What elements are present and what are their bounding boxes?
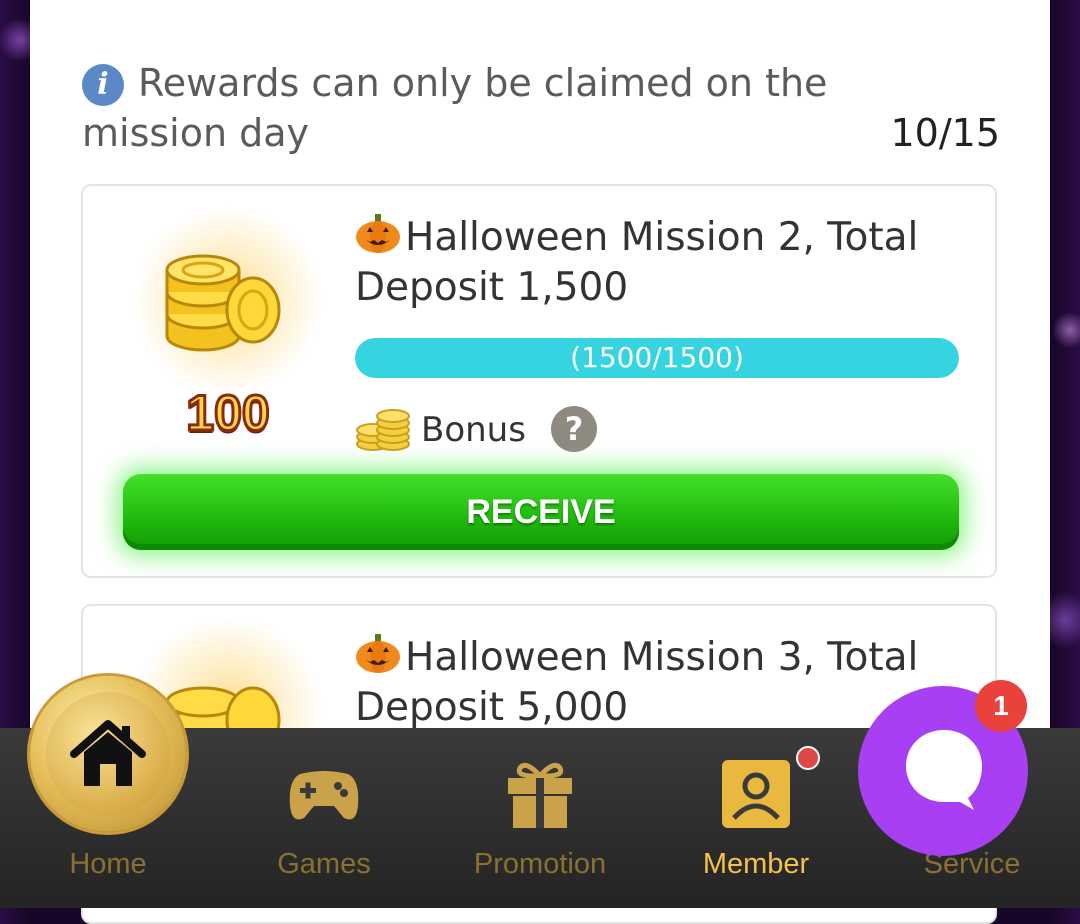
coins-icon [356,409,410,451]
chat-icon [906,730,982,810]
pumpkin-icon [356,214,400,253]
home-icon [70,720,146,786]
mission-title-text: Halloween Mission 2, Total Deposit 1,500 [355,215,919,310]
bonus-label: Bonus [421,410,526,450]
notification-dot [796,746,820,770]
nav-label: Home [69,848,147,880]
member-icon [722,760,790,828]
nav-games[interactable]: Games [234,728,414,908]
nav-label: Service [923,848,1021,880]
progress-text: (1500/1500) [570,341,744,374]
gamepad-icon [289,771,359,820]
nav-promotion[interactable]: Promotion [450,728,630,908]
reward-amount: 100 [185,384,271,443]
help-icon[interactable]: ? [551,406,597,452]
nav-label: Games [277,848,371,880]
notice-text: Rewards can only be claimed on the missi… [82,61,828,155]
nav-label: Member [702,848,810,880]
mission-title-text: Halloween Mission 3, Total Deposit 5,000 [355,635,919,730]
mission-card: 100 Halloween Mission 2, Total Deposit 1… [81,184,997,578]
pumpkin-icon [356,634,400,673]
notice-row: i Rewards can only be claimed on the mis… [82,58,1000,158]
bonus-row: Bonus ? [355,404,655,458]
progress-bar: (1500/1500) [355,338,959,378]
mission-title: Halloween Mission 2, Total Deposit 1,500 [355,212,975,313]
nav-label: Promotion [473,848,607,880]
coin-reward-icon [133,206,323,396]
gift-icon [508,762,572,828]
notification-badge: 1 [975,680,1027,732]
home-button[interactable] [30,676,186,832]
receive-button[interactable]: RECEIVE [123,474,959,550]
mission-count: 10/15 [890,111,1000,155]
